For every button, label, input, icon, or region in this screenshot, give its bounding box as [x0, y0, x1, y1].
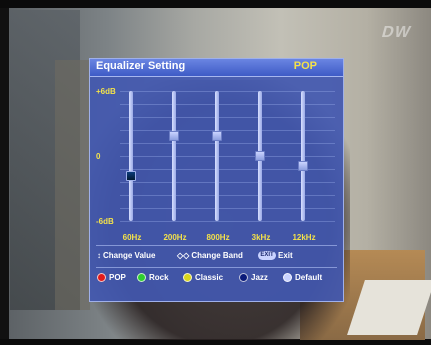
preset-pop-label: POP	[109, 273, 126, 282]
band-3khz-label: 3kHz	[251, 233, 271, 242]
preset-jazz-label: Jazz	[251, 273, 268, 282]
yellow-button-icon	[183, 273, 192, 283]
band-800hz-knob[interactable]	[212, 131, 222, 141]
preset-default-button[interactable]: Default	[283, 273, 323, 283]
background-door	[55, 60, 90, 310]
band-12khz-knob[interactable]	[298, 161, 308, 171]
hint-change-band: ◇◇ Change Band	[177, 251, 243, 260]
preset-rock-label: Rock	[149, 273, 169, 282]
hint-change-value-text: Change Value	[103, 251, 156, 260]
band-12khz-label: 12kHz	[292, 233, 316, 242]
band-12khz-track[interactable]	[301, 91, 305, 221]
divider	[96, 267, 337, 268]
video-left-edge	[0, 8, 9, 339]
preset-classic-button[interactable]: Classic	[183, 273, 224, 283]
gridline	[120, 221, 335, 222]
preset-bar: POP Rock Classic Jazz Default	[97, 273, 337, 287]
preset-classic-label: Classic	[195, 273, 224, 282]
preset-default-label: Default	[295, 273, 323, 282]
equalizer-dialog: Equalizer Setting POP +6dB 0 -6dB 60Hz 2…	[89, 58, 344, 302]
band-800hz-label: 800Hz	[206, 233, 230, 242]
band-3khz-knob[interactable]	[255, 151, 265, 161]
preset-pop-button[interactable]: POP	[97, 273, 126, 283]
scale-mid-label: 0	[96, 152, 101, 161]
letterbox-top	[0, 0, 431, 8]
band-800hz-track[interactable]	[215, 91, 219, 221]
hint-exit: EXIT Exit	[258, 251, 293, 261]
channel-logo: DW	[380, 24, 414, 41]
blue-button-icon	[239, 273, 248, 283]
divider	[96, 245, 337, 246]
title-bar: Equalizer Setting POP	[90, 59, 343, 77]
band-200hz-label: 200Hz	[163, 233, 187, 242]
scale-top-label: +6dB	[96, 87, 116, 96]
preset-rock-button[interactable]: Rock	[137, 273, 169, 283]
hint-change-value: ↕ Change Value	[97, 251, 155, 260]
hint-exit-text: Exit	[278, 251, 293, 260]
default-button-icon	[283, 273, 292, 283]
red-button-icon	[97, 273, 106, 283]
scale-bottom-label: -6dB	[96, 217, 114, 226]
up-down-icon: ↕	[97, 251, 101, 260]
control-hints: ↕ Change Value ◇◇ Change Band EXIT Exit	[97, 251, 337, 265]
dialog-title: Equalizer Setting	[96, 60, 186, 72]
band-60hz-track[interactable]	[129, 91, 133, 221]
green-button-icon	[137, 273, 146, 283]
band-60hz-knob[interactable]	[126, 171, 136, 181]
left-right-icon: ◇◇	[177, 251, 190, 260]
preset-jazz-button[interactable]: Jazz	[239, 273, 268, 283]
band-60hz-label: 60Hz	[122, 233, 142, 242]
equalizer-area: +6dB 0 -6dB 60Hz 200Hz 800Hz 3kHz 12kHz	[90, 77, 343, 242]
hint-change-band-text: Change Band	[191, 251, 243, 260]
exit-key-icon: EXIT	[258, 251, 276, 261]
band-200hz-track[interactable]	[172, 91, 176, 221]
band-200hz-knob[interactable]	[169, 131, 179, 141]
current-preset-label: POP	[293, 60, 317, 72]
